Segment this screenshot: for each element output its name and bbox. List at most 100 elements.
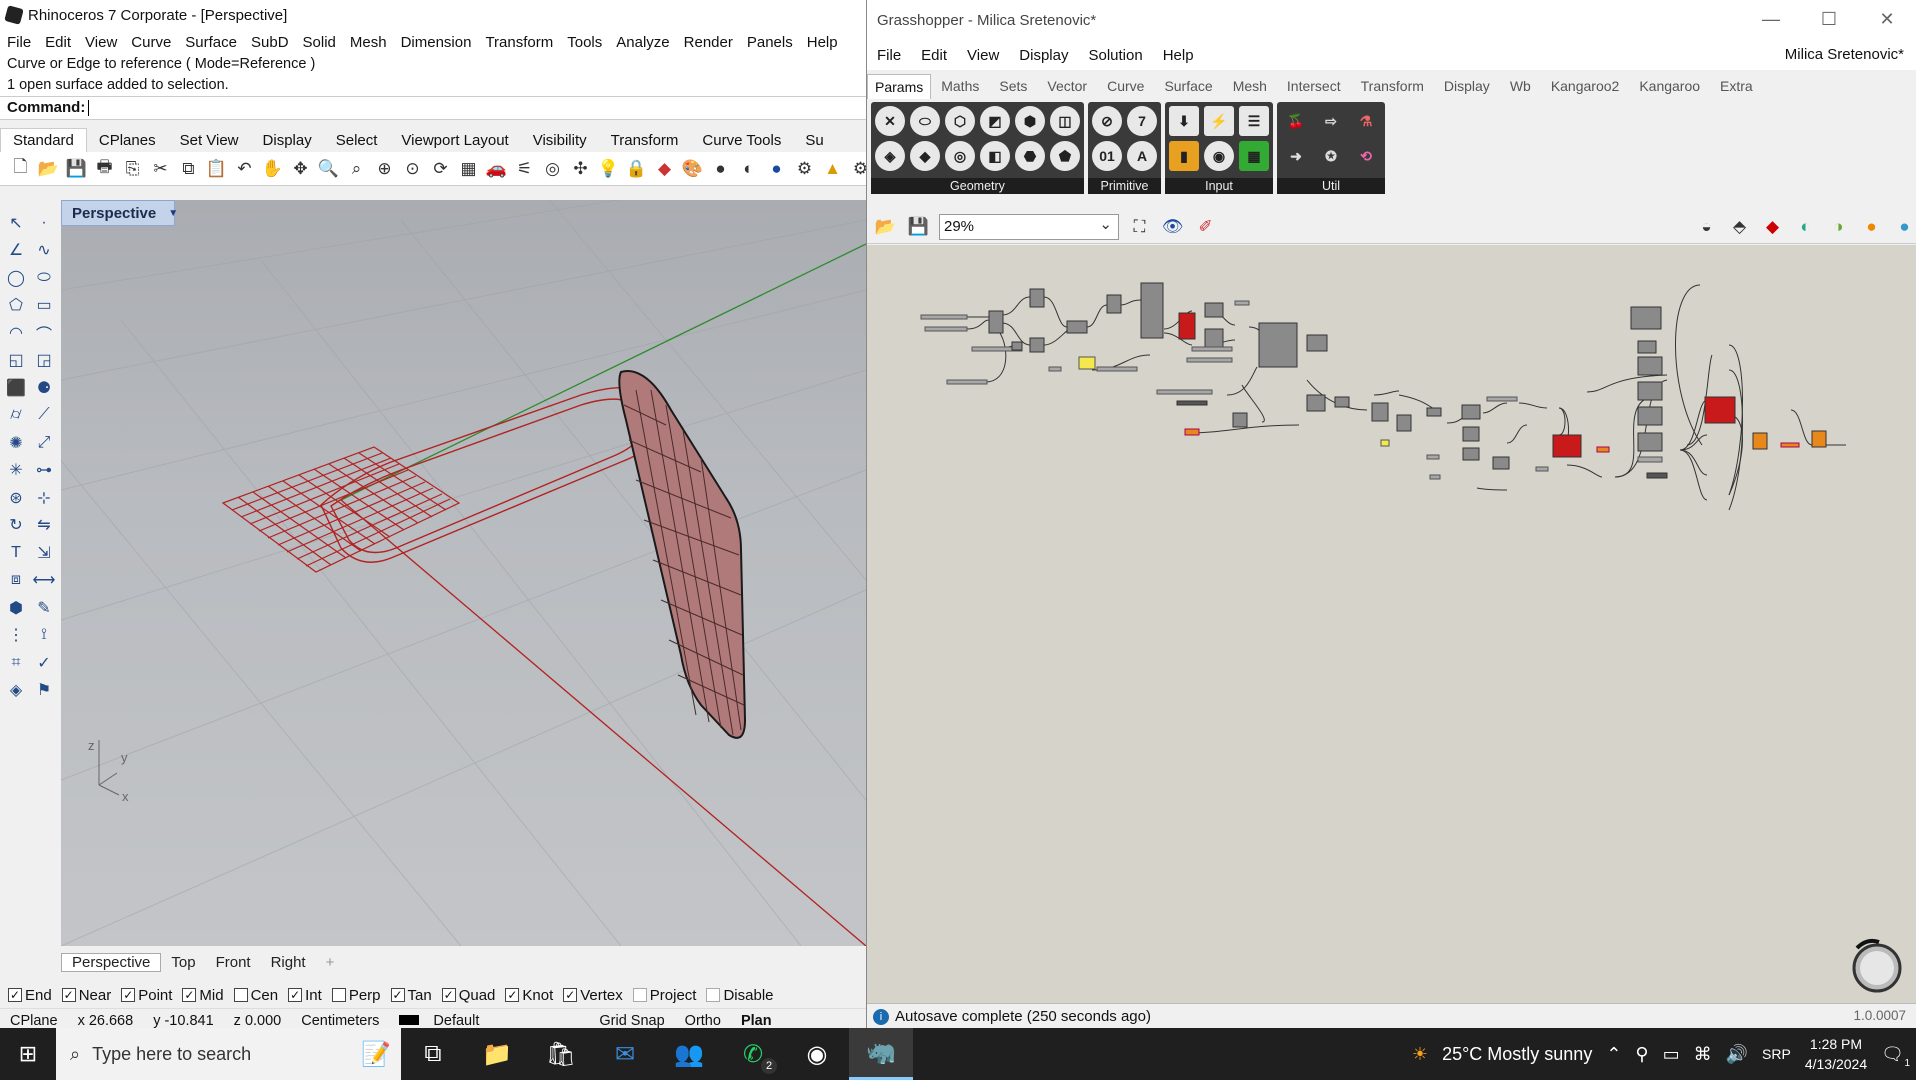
- menu-help[interactable]: Help: [800, 34, 845, 51]
- param-geometry-icon[interactable]: ✕: [875, 106, 905, 136]
- text-icon[interactable]: T: [2, 539, 30, 567]
- tab-overflow[interactable]: Su: [793, 129, 835, 152]
- gh-component[interactable]: [1637, 381, 1663, 401]
- param-surface-icon[interactable]: ⬣: [1015, 141, 1045, 171]
- language-indicator[interactable]: SRP: [1762, 1046, 1791, 1062]
- edge-surface-icon[interactable]: ◲: [30, 347, 58, 375]
- rhino-app-icon[interactable]: 🦏: [849, 1028, 913, 1080]
- checkbox[interactable]: [331, 988, 346, 1002]
- rectangle-icon[interactable]: ▭: [30, 292, 58, 320]
- gh-component[interactable]: [1371, 402, 1389, 422]
- panel-component[interactable]: [1429, 474, 1441, 480]
- camera-icon[interactable]: ⌘: [1694, 1044, 1712, 1065]
- number-slider[interactable]: [1184, 428, 1200, 436]
- check-icon[interactable]: ✓: [30, 649, 58, 677]
- osnap-mid[interactable]: ✓ Mid: [182, 987, 224, 1004]
- output-component[interactable]: [1811, 430, 1827, 448]
- gh-component[interactable]: [1637, 406, 1663, 426]
- copy-icon[interactable]: ⧉: [176, 157, 201, 181]
- util-arrow-icon[interactable]: ⇨: [1316, 106, 1346, 136]
- ellipse-icon[interactable]: ⬭: [30, 264, 58, 292]
- gh-component[interactable]: [1140, 282, 1164, 339]
- gh-component[interactable]: [1462, 426, 1480, 442]
- gh-component[interactable]: [1461, 404, 1481, 420]
- weather-text[interactable]: 25°C Mostly sunny: [1442, 1044, 1592, 1065]
- panel-component[interactable]: [1191, 346, 1233, 352]
- gh-component[interactable]: [1029, 337, 1045, 353]
- panel-component[interactable]: [920, 314, 968, 320]
- light-tool-icon[interactable]: ✺: [2, 429, 30, 457]
- units-label[interactable]: Centimeters: [291, 1013, 389, 1029]
- gh-component[interactable]: [1637, 340, 1657, 354]
- fillet-icon[interactable]: ⌒: [30, 319, 58, 347]
- gh-component[interactable]: [1396, 414, 1412, 432]
- tab-curve[interactable]: Curve: [1097, 78, 1154, 94]
- osnap-cen[interactable]: Cen: [233, 987, 278, 1004]
- store-icon[interactable]: 🛍: [529, 1028, 593, 1080]
- param-null-icon[interactable]: ⊘: [1092, 106, 1122, 136]
- osnap-quad[interactable]: ✓ Quad: [441, 987, 495, 1004]
- menu-file[interactable]: File: [0, 34, 38, 51]
- speaker-icon[interactable]: 🔊: [1726, 1044, 1748, 1065]
- grid-snap-toggle[interactable]: Grid Snap: [589, 1013, 674, 1029]
- gh-component[interactable]: [988, 310, 1004, 334]
- checkbox[interactable]: [632, 988, 647, 1002]
- tab-standard[interactable]: Standard: [0, 128, 87, 152]
- input-matrix-icon[interactable]: ▦: [1239, 141, 1269, 171]
- save-file-icon[interactable]: 💾: [906, 215, 931, 239]
- render-icon[interactable]: ●: [764, 157, 789, 181]
- zoom-icon[interactable]: 🔍: [316, 157, 341, 181]
- drafting-icon[interactable]: ⚑: [30, 677, 58, 705]
- gh-menu-solution[interactable]: Solution: [1078, 47, 1152, 64]
- param-twisted-box-icon[interactable]: ◫: [1050, 106, 1080, 136]
- minimize-icon[interactable]: —: [1742, 0, 1800, 40]
- param-mesh-icon[interactable]: ◎: [945, 141, 975, 171]
- polyline-icon[interactable]: ∠: [2, 237, 30, 265]
- menu-analyze[interactable]: Analyze: [609, 34, 676, 51]
- material-green-icon[interactable]: ◐: [1793, 215, 1818, 239]
- surface-icon[interactable]: ◱: [2, 347, 30, 375]
- chrome-icon[interactable]: ◉: [785, 1028, 849, 1080]
- param-boolean-icon[interactable]: 01: [1092, 141, 1122, 171]
- gh-menu-help[interactable]: Help: [1153, 47, 1204, 64]
- yellow-panel[interactable]: [1380, 439, 1390, 447]
- menu-render[interactable]: Render: [677, 34, 740, 51]
- error-component[interactable]: [1552, 434, 1582, 458]
- panel-component[interactable]: [1426, 454, 1440, 460]
- gh-menu-file[interactable]: File: [867, 47, 911, 64]
- mail-icon[interactable]: ✉: [593, 1028, 657, 1080]
- error-component[interactable]: [1178, 312, 1196, 340]
- open-file-icon[interactable]: 📂: [873, 215, 898, 239]
- gh-canvas[interactable]: [867, 245, 1916, 1003]
- param-plane-icon[interactable]: ◩: [980, 106, 1010, 136]
- shaded-preview-icon[interactable]: ⬘: [1727, 215, 1752, 239]
- network-icon[interactable]: ⚲: [1635, 1044, 1648, 1065]
- target-icon[interactable]: ◎: [540, 157, 565, 181]
- rotate-view-icon[interactable]: ⟳: [428, 157, 453, 181]
- material-blue-icon[interactable]: ●: [1892, 215, 1916, 239]
- checkbox[interactable]: ✓: [61, 988, 76, 1002]
- task-view-icon[interactable]: ⧉: [401, 1028, 465, 1080]
- tab-viewport-layout[interactable]: Viewport Layout: [389, 129, 520, 152]
- menu-panels[interactable]: Panels: [740, 34, 800, 51]
- teams-icon[interactable]: 👥: [657, 1028, 721, 1080]
- curve-icon[interactable]: ∿: [30, 237, 58, 265]
- gh-component[interactable]: [1011, 341, 1023, 351]
- arrow-icon[interactable]: ▲: [820, 157, 845, 181]
- import-icon[interactable]: ⎘: [120, 157, 145, 181]
- perspective-viewport[interactable]: z y x: [61, 200, 866, 946]
- osnap-tan[interactable]: ✓ Tan: [390, 987, 432, 1004]
- lock-icon[interactable]: 🔒: [624, 157, 649, 181]
- windows-start-icon[interactable]: ⊞: [0, 1028, 56, 1080]
- zoom-selected-icon[interactable]: ⊙: [400, 157, 425, 181]
- print-icon[interactable]: 🖶: [92, 157, 117, 181]
- polygon-icon[interactable]: ⬠: [2, 292, 30, 320]
- yellow-panel[interactable]: [1078, 356, 1096, 370]
- tab-mesh[interactable]: Mesh: [1223, 78, 1277, 94]
- sketch-icon[interactable]: ✐: [1193, 215, 1218, 239]
- gh-component[interactable]: [1029, 288, 1045, 308]
- tab-extra[interactable]: Extra: [1710, 78, 1763, 94]
- zoom-extents-icon[interactable]: ⊕: [372, 157, 397, 181]
- tab-perspective[interactable]: Perspective: [61, 952, 162, 972]
- planar-toggle[interactable]: Plan: [731, 1013, 782, 1029]
